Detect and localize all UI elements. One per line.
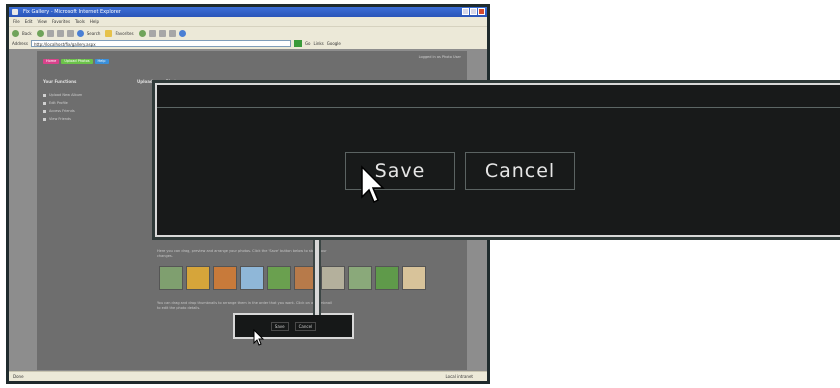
minimize-button[interactable]	[462, 8, 469, 15]
window-titlebar: Fix Gallery - Microsoft Internet Explore…	[9, 7, 487, 17]
mini-save-button[interactable]: Save	[270, 321, 289, 331]
nav-help[interactable]: Help	[94, 59, 109, 64]
menu-view[interactable]: View	[37, 17, 47, 26]
zoom-connector	[315, 236, 319, 315]
nav-home[interactable]: Home	[43, 59, 60, 64]
description-top: Here you can drag, preview and arrange y…	[157, 249, 327, 258]
sidebar-item-upload[interactable]: Upload New Album	[43, 91, 82, 99]
print-icon[interactable]	[168, 29, 176, 37]
home-icon[interactable]	[66, 29, 74, 37]
back-icon[interactable]	[12, 29, 19, 37]
ie-icon	[12, 9, 18, 15]
forward-icon[interactable]	[36, 29, 44, 37]
thumb-sky[interactable]	[240, 266, 264, 290]
status-text: Done	[13, 374, 24, 379]
mail-icon[interactable]	[158, 29, 166, 37]
go-label[interactable]: Go	[305, 41, 311, 46]
address-input[interactable]: http://localhost/fix/gallery.aspx	[30, 40, 291, 47]
menu-help[interactable]: Help	[90, 17, 99, 26]
mini-cursor-icon	[253, 329, 265, 346]
search-label[interactable]: Search	[87, 31, 101, 36]
address-label: Address	[12, 41, 28, 46]
nav-pills: Home Upload Photos Help	[43, 59, 109, 64]
thumb-orange[interactable]	[213, 266, 237, 290]
menu-bar: File Edit View Favorites Tools Help	[9, 17, 487, 26]
nav-upload[interactable]: Upload Photos	[61, 59, 93, 64]
zone-text: Local intranet	[445, 374, 473, 379]
sidebar-list: Upload New Album Edit Profile Access Fri…	[43, 91, 82, 123]
menu-file[interactable]: File	[13, 17, 20, 26]
thumb-dandelion[interactable]	[348, 266, 372, 290]
messenger-icon[interactable]	[178, 29, 186, 37]
sidebar-title: Your Functions	[43, 79, 77, 84]
favorites-label[interactable]: Favorites	[115, 31, 133, 36]
callout-divider	[157, 107, 840, 108]
menu-tools[interactable]: Tools	[75, 17, 85, 26]
back-label[interactable]: Back	[22, 31, 32, 36]
description-bottom: You can drag and drop thumbnails to arra…	[157, 301, 332, 310]
links-label[interactable]: Links	[313, 41, 323, 46]
favorites-icon[interactable]	[105, 29, 113, 37]
sidebar-item-edit-profile[interactable]: Edit Profile	[43, 99, 82, 107]
thumb-sheep[interactable]	[321, 266, 345, 290]
thumb-bread[interactable]	[402, 266, 426, 290]
close-button[interactable]	[478, 8, 485, 15]
mini-cancel-button[interactable]: Cancel	[294, 321, 317, 331]
zoom-callout: Save Cancel	[152, 80, 840, 240]
logged-in-text: Logged in as Photo User	[418, 55, 461, 59]
mini-save-dialog: Save Cancel	[233, 313, 354, 339]
thumb-plane[interactable]	[159, 266, 183, 290]
go-icon[interactable]	[293, 40, 302, 47]
refresh-icon[interactable]	[56, 29, 64, 37]
menu-edit[interactable]: Edit	[25, 17, 33, 26]
thumb-leaf[interactable]	[375, 266, 399, 290]
thumb-bird[interactable]	[267, 266, 291, 290]
sidebar-item-access-friends[interactable]: Access Friends	[43, 107, 82, 115]
stop-icon[interactable]	[46, 29, 54, 37]
search-icon[interactable]	[76, 29, 84, 37]
media-icon[interactable]	[138, 29, 146, 37]
thumb-flag[interactable]	[186, 266, 210, 290]
sidebar-item-view-friends[interactable]: View Friends	[43, 115, 82, 123]
history-icon[interactable]	[148, 29, 156, 37]
status-bar: Done Local intranet	[9, 371, 487, 381]
maximize-button[interactable]	[470, 8, 477, 15]
thumbnail-strip	[159, 266, 426, 290]
callout-dialog: Save Cancel	[155, 83, 840, 237]
menu-favorites[interactable]: Favorites	[52, 17, 70, 26]
google-label[interactable]: Google	[327, 41, 341, 46]
cancel-button[interactable]: Cancel	[465, 152, 575, 190]
cursor-icon	[361, 165, 385, 204]
window-title: Fix Gallery - Microsoft Internet Explore…	[23, 9, 121, 15]
